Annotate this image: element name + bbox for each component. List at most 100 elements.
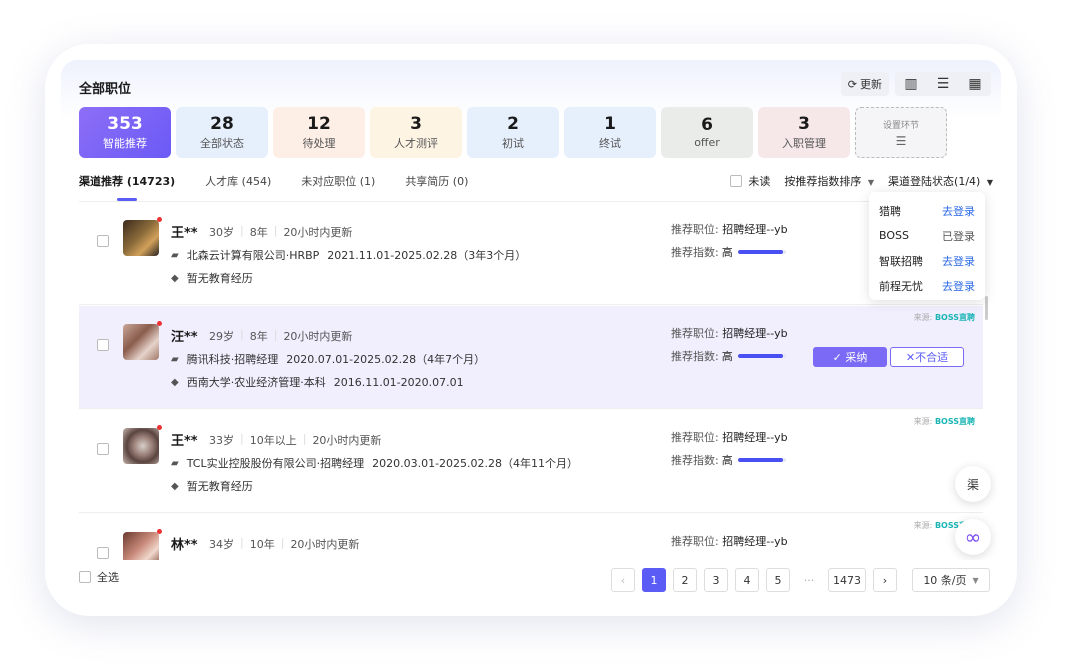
stage-count: 3: [410, 113, 422, 134]
caret-down-icon: ▼: [972, 575, 979, 585]
source-prefix: 来源:: [913, 313, 933, 322]
page-button[interactable]: 2: [673, 568, 697, 592]
stage-card-onboarding[interactable]: 3 入职管理: [758, 107, 850, 158]
recommend-job-label: 推荐职位:: [671, 431, 719, 444]
candidate-name[interactable]: 汪**: [171, 326, 198, 345]
work-period: 2020.03.01-2025.02.28（4年11个月）: [372, 457, 579, 470]
grid-icon[interactable]: ▦: [959, 72, 991, 96]
tab-channel-recommend[interactable]: 渠道推荐 (14723): [79, 173, 175, 189]
stage-card-assessment[interactable]: 3 人才测评: [370, 107, 462, 158]
reject-button[interactable]: ✕不合适: [890, 347, 964, 367]
source-logo: BOSS直聘: [934, 417, 975, 426]
list-icon[interactable]: ☰: [927, 72, 959, 96]
work-line: ▰ TCL实业控股股份有限公司·招聘经理 2020.03.01-2025.02.…: [171, 455, 578, 471]
sort-dropdown[interactable]: 按推荐指数排序 ▼: [784, 173, 874, 189]
score-value: 高: [721, 246, 733, 259]
stage-label: offer: [694, 136, 720, 149]
prev-page-button[interactable]: ‹: [611, 568, 635, 592]
age: 29岁: [209, 330, 234, 343]
recommend-job-value: 招聘经理--yb: [722, 223, 788, 236]
sort-label: 按推荐指数排序: [784, 175, 862, 188]
score-bar: [737, 354, 786, 358]
briefcase-icon: ▰: [171, 249, 179, 261]
candidate-row[interactable]: 来源: BOSS直聘 王** 33岁 | 10年以上 | 20小时内更新 ▰ TCL…: [79, 410, 983, 513]
graduation-cap-icon: ◆: [171, 376, 179, 388]
channel-item-51job[interactable]: 前程无忧 去登录: [879, 273, 975, 298]
candidate-meta: 34岁 | 10年 | 20小时内更新: [209, 536, 360, 551]
tab-shared-resume[interactable]: 共享简历 (0): [405, 173, 468, 189]
stage-card-first-interview[interactable]: 2 初试: [467, 107, 559, 158]
unread-label: 未读: [748, 175, 771, 188]
source-tag: 来源: BOSS直聘: [914, 416, 975, 427]
recommend-job-value: 招聘经理--yb: [722, 327, 788, 340]
company: 腾讯科技·招聘经理: [186, 353, 279, 366]
candidate-name[interactable]: 王**: [171, 222, 198, 241]
select-all-checkbox[interactable]: [79, 571, 91, 583]
unread-dot: [157, 217, 162, 222]
row-checkbox[interactable]: [97, 443, 109, 455]
scrollbar[interactable]: [985, 296, 988, 320]
education-line: ◆ 暂无教育经历: [171, 270, 253, 286]
recommend-job-label: 推荐职位:: [671, 327, 719, 340]
view-switcher: ▥ ☰ ▦: [895, 72, 991, 96]
next-page-button[interactable]: ›: [873, 568, 897, 592]
candidate-row[interactable]: 来源: BOSS直聘 汪** 29岁 | 8年 | 20小时内更新 ▰ 腾讯科技·招…: [79, 306, 983, 409]
stage-card-offer[interactable]: 6 offer: [661, 107, 753, 158]
stage-card-smart-recommend[interactable]: 353 智能推荐: [79, 107, 171, 158]
columns-icon[interactable]: ▥: [895, 72, 927, 96]
education: 西南大学·农业经济管理·本科: [186, 376, 326, 389]
stage-card-final-interview[interactable]: 1 终试: [564, 107, 656, 158]
unread-filter[interactable]: 未读: [730, 173, 770, 189]
recommend-job: 推荐职位: 招聘经理--yb: [671, 533, 788, 549]
age: 33岁: [209, 434, 234, 447]
briefcase-icon: ▰: [171, 457, 179, 469]
accept-button[interactable]: ✓ 采纳: [813, 347, 887, 367]
assistant-float-button[interactable]: ∞: [955, 519, 991, 555]
toolbar: ⟳ 更新 ▥ ☰ ▦: [840, 72, 991, 96]
page-button[interactable]: 1: [642, 568, 666, 592]
login-link[interactable]: 去登录: [942, 278, 975, 294]
stage-label: 入职管理: [782, 136, 826, 150]
login-link[interactable]: 去登录: [942, 203, 975, 219]
select-all[interactable]: 全选: [79, 569, 119, 585]
recommend-job: 推荐职位: 招聘经理--yb: [671, 429, 788, 445]
tab-talent-pool[interactable]: 人才库 (454): [205, 173, 271, 189]
tab-unmatched[interactable]: 未对应职位 (1): [301, 173, 375, 189]
channel-item-boss[interactable]: BOSS 已登录: [879, 223, 975, 248]
page-ellipsis[interactable]: ···: [797, 568, 821, 592]
stage-count: 12: [307, 113, 331, 134]
company: TCL实业控股股份有限公司·招聘经理: [186, 457, 365, 470]
page-title: 全部职位: [79, 82, 132, 97]
refresh-button[interactable]: ⟳ 更新: [840, 72, 889, 96]
channel-item-liepin[interactable]: 猎聘 去登录: [879, 198, 975, 223]
age: 30岁: [209, 226, 234, 239]
candidate-row[interactable]: 王** 30岁 | 8年 | 20小时内更新 ▰ 北森云计算有限公司·HRBP 20…: [79, 202, 983, 305]
row-checkbox[interactable]: [97, 339, 109, 351]
page-button[interactable]: 3: [704, 568, 728, 592]
page-button-last[interactable]: 1473: [828, 568, 866, 592]
education-line: ◆ 西南大学·农业经济管理·本科 2016.11.01-2020.07.01: [171, 374, 464, 390]
channel-float-button[interactable]: 渠: [955, 466, 991, 502]
channel-name: 智联招聘: [879, 254, 923, 268]
education-line: ◆ 暂无教育经历: [171, 478, 253, 494]
row-checkbox[interactable]: [97, 547, 109, 559]
channel-item-zhilian[interactable]: 智联招聘 去登录: [879, 248, 975, 273]
page-button[interactable]: 4: [735, 568, 759, 592]
candidate-name[interactable]: 林**: [171, 534, 198, 553]
company: 北森云计算有限公司·HRBP: [186, 249, 320, 262]
stage-card-all-status[interactable]: 28 全部状态: [176, 107, 268, 158]
page-size-select[interactable]: 10 条/页 ▼: [912, 568, 990, 592]
avatar: [123, 324, 159, 360]
stage-setting-button[interactable]: 设置环节 ☰: [855, 107, 947, 158]
stage-card-pending[interactable]: 12 待处理: [273, 107, 365, 158]
candidate-name[interactable]: 王**: [171, 430, 198, 449]
refresh-icon: ⟳: [847, 77, 857, 91]
login-link[interactable]: 去登录: [942, 253, 975, 269]
channel-status-dropdown[interactable]: 渠道登陆状态(1/4) ▼: [888, 173, 993, 189]
channel-status-menu: 猎聘 去登录 BOSS 已登录 智联招聘 去登录 前程无忧 去登录: [869, 192, 985, 300]
unread-checkbox[interactable]: [730, 175, 743, 187]
score-bar-fill: [737, 250, 784, 254]
row-checkbox[interactable]: [97, 235, 109, 247]
page-button[interactable]: 5: [766, 568, 790, 592]
stage-count: 6: [701, 115, 713, 135]
